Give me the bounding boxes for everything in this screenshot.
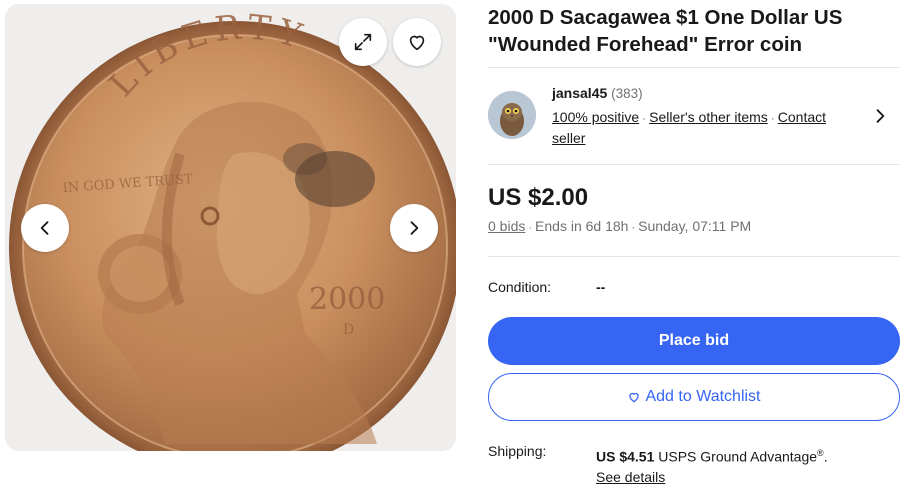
coin-photo[interactable]: LIBERTY IN GOD WE TRUST 2000 D bbox=[5, 4, 456, 451]
seller-card[interactable]: jansal45 (383) 100% positive · Seller's ot… bbox=[488, 84, 900, 154]
divider bbox=[488, 256, 900, 257]
bid-info: 0 bids · Ends in 6d 18h · Sunday, 07:11 PM bbox=[488, 218, 751, 234]
seller-feedback-count: (383) bbox=[611, 86, 643, 101]
ends-in: Ends in 6d 18h bbox=[535, 218, 629, 234]
expand-icon bbox=[354, 33, 372, 51]
coin-year: 2000 bbox=[309, 282, 385, 317]
separator-dot: · bbox=[631, 222, 636, 234]
coin-mint-mark: D bbox=[343, 322, 354, 338]
end-time: Sunday, 07:11 PM bbox=[638, 218, 752, 234]
shipping-label: Shipping: bbox=[488, 443, 547, 459]
expand-image-button[interactable] bbox=[339, 18, 387, 66]
condition-label: Condition: bbox=[488, 279, 552, 295]
current-price: US $2.00 bbox=[488, 184, 589, 211]
add-to-watchlist-heart-button[interactable] bbox=[393, 18, 441, 66]
seller-other-items-link[interactable]: Seller's other items bbox=[649, 109, 768, 125]
divider bbox=[488, 67, 900, 68]
watchlist-label: Add to Watchlist bbox=[645, 388, 761, 405]
condition-value: -- bbox=[596, 279, 606, 295]
see-details-link[interactable]: See details bbox=[596, 469, 665, 485]
shipping-details: US $4.51 USPS Ground Advantage®. See det… bbox=[596, 443, 896, 485]
seller-positive-link[interactable]: 100% positive bbox=[552, 109, 639, 125]
seller-username[interactable]: jansal45 bbox=[552, 85, 607, 101]
chevron-right-icon[interactable] bbox=[870, 106, 890, 126]
chevron-left-icon bbox=[40, 221, 49, 235]
previous-image-button[interactable] bbox=[21, 204, 69, 252]
bids-link[interactable]: 0 bids bbox=[488, 218, 525, 234]
place-bid-button[interactable]: Place bid bbox=[488, 317, 900, 365]
divider bbox=[488, 164, 900, 165]
chevron-right-icon bbox=[410, 221, 419, 235]
image-gallery[interactable]: LIBERTY IN GOD WE TRUST 2000 D bbox=[5, 4, 456, 451]
heart-icon bbox=[409, 35, 425, 51]
owl-avatar-icon bbox=[488, 91, 536, 139]
listing-title: 2000 D Sacagawea $1 One Dollar US "Wound… bbox=[488, 6, 843, 56]
heart-icon bbox=[629, 392, 640, 403]
separator-dot: · bbox=[770, 111, 775, 125]
shipping-service: USPS Ground Advantage bbox=[658, 448, 818, 465]
seller-links: 100% positive · Seller's other items · Conta… bbox=[552, 107, 852, 148]
shipping-price: US $4.51 bbox=[596, 448, 655, 465]
separator-dot: · bbox=[642, 111, 647, 125]
registered-mark: ® bbox=[817, 448, 824, 458]
seller-name[interactable]: jansal45 (383) bbox=[552, 85, 643, 101]
seller-avatar[interactable] bbox=[488, 91, 536, 139]
add-to-watchlist-button[interactable]: Add to Watchlist bbox=[488, 373, 900, 421]
shipping-period: . bbox=[823, 448, 828, 465]
separator-dot: · bbox=[528, 222, 533, 234]
next-image-button[interactable] bbox=[390, 204, 438, 252]
